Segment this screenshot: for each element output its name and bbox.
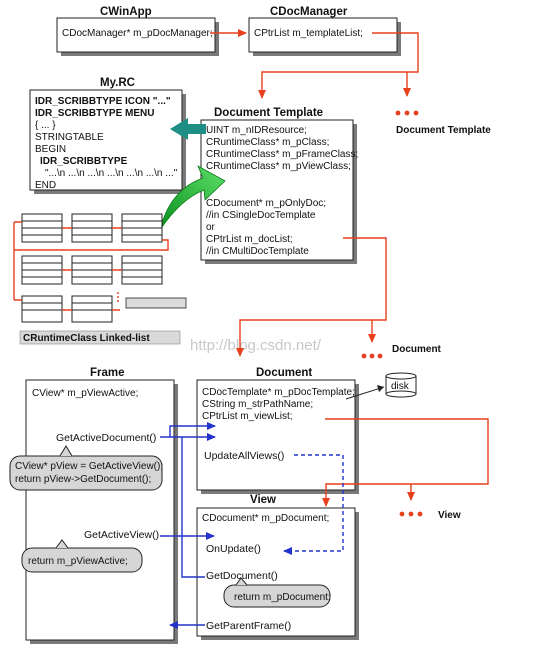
document-method-updateallviews: UpdateAllViews() xyxy=(204,450,284,462)
frame-box xyxy=(25,379,175,641)
cwinapp-member: CDocManager* m_pDocManager; xyxy=(62,28,213,39)
myrc-line: IDR_SCRIBBTYPE ICON "..." xyxy=(35,96,171,107)
cdocmanager-member: CPtrList m_templateList; xyxy=(254,28,363,39)
doctemplate-title: Document Template xyxy=(214,107,323,119)
doctemplate-lower: CDocument* m_pOnlyDoc; xyxy=(206,198,326,209)
ellipsis-templates-label: Document Template xyxy=(396,125,491,136)
doctemplate-lower: //in CMultiDocTemplate xyxy=(206,246,309,257)
view-title: View xyxy=(250,494,276,506)
view-bubble-text: return m_pDocument; xyxy=(234,592,331,603)
frame-method-getactiveview: GetActiveView() xyxy=(84,529,159,541)
mfc-architecture-diagram: http://blog.csdn.net/ CWinApp CDocManage… xyxy=(9,6,491,644)
frame-bubble1-line: return pView->GetDocument(); xyxy=(15,474,151,485)
doctemplate-member: CRuntimeClass* m_pViewClass; xyxy=(206,161,351,172)
view-member: CDocument* m_pDocument; xyxy=(202,513,329,524)
disk-label: disk xyxy=(391,381,410,392)
doctemplate-member: CRuntimeClass* m_pClass; xyxy=(206,137,329,148)
myrc-line: STRINGTABLE xyxy=(35,132,104,143)
ellipsis-views-label: View xyxy=(438,510,461,521)
doctemplate-lower: //in CSingleDocTemplate xyxy=(206,210,316,221)
myrc-line: { ... } xyxy=(35,120,56,131)
frame-title: Frame xyxy=(90,367,125,379)
view-method-onupdate: OnUpdate() xyxy=(206,543,261,555)
ellipsis-templates xyxy=(395,110,419,116)
frame-method-getactivedocument: GetActiveDocument() xyxy=(56,432,156,444)
myrc-line: "...\n ...\n ...\n ...\n ...\n ...\n ...… xyxy=(45,168,178,179)
myrc-line: IDR_SCRIBBTYPE xyxy=(40,156,128,167)
frame-bubble1-line: CView* pView = GetActiveView(); xyxy=(15,461,163,472)
document-member: CString m_strPathName; xyxy=(202,399,313,410)
doctemplate-lower: CPtrList m_docList; xyxy=(206,234,293,245)
frame-member: CView* m_pViewActive; xyxy=(32,388,138,399)
view-method-getparentframe: GetParentFrame() xyxy=(206,620,291,632)
ellipsis-views xyxy=(399,511,423,517)
cwinapp-title: CWinApp xyxy=(100,6,152,18)
ellipsis-documents xyxy=(361,353,383,359)
doctemplate-lower: or xyxy=(206,222,216,233)
frame-bubble2-text: return m_pViewActive; xyxy=(28,556,128,567)
myrc-line: BEGIN xyxy=(35,144,66,155)
cdocmanager-title: CDocManager xyxy=(270,6,348,18)
doctemplate-member: CRuntimeClass* m_pFrameClass; xyxy=(206,149,358,160)
document-member: CPtrList m_viewList; xyxy=(202,411,293,422)
runtimeclass-linked-list xyxy=(13,213,187,323)
runtimeclass-label: CRuntimeClass Linked-list xyxy=(23,333,150,344)
watermark: http://blog.csdn.net/ xyxy=(190,337,322,354)
myrc-line: IDR_SCRIBBTYPE MENU xyxy=(35,108,154,119)
ellipsis-documents-label: Document xyxy=(392,344,442,355)
document-title: Document xyxy=(256,367,312,379)
myrc-title: My.RC xyxy=(100,77,135,89)
myrc-line: END xyxy=(35,180,56,191)
doctemplate-member: UINT m_nIDResource; xyxy=(206,125,307,136)
document-member: CDocTemplate* m_pDocTemplate; xyxy=(202,387,355,398)
